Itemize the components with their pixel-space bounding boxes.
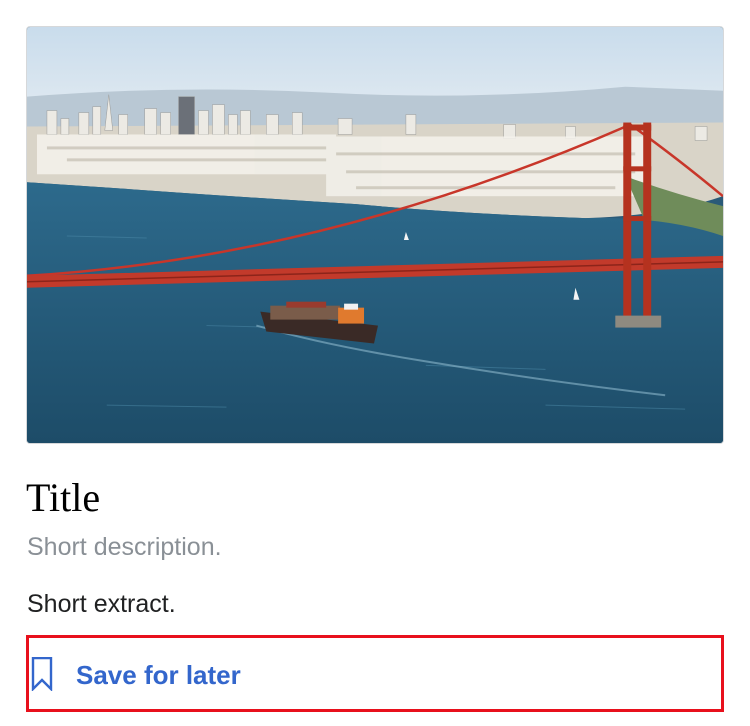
save-for-later-button[interactable]: Save for later (26, 635, 724, 712)
bridge-photo-illustration (27, 27, 723, 443)
article-image (26, 26, 724, 444)
article-card[interactable]: Title Short description. Short extract. … (26, 26, 724, 712)
bookmark-icon (31, 657, 53, 691)
save-for-later-label: Save for later (76, 660, 241, 690)
article-extract: Short extract. (27, 590, 176, 618)
article-title[interactable]: Title (26, 472, 100, 524)
article-description: Short description. (27, 533, 222, 561)
